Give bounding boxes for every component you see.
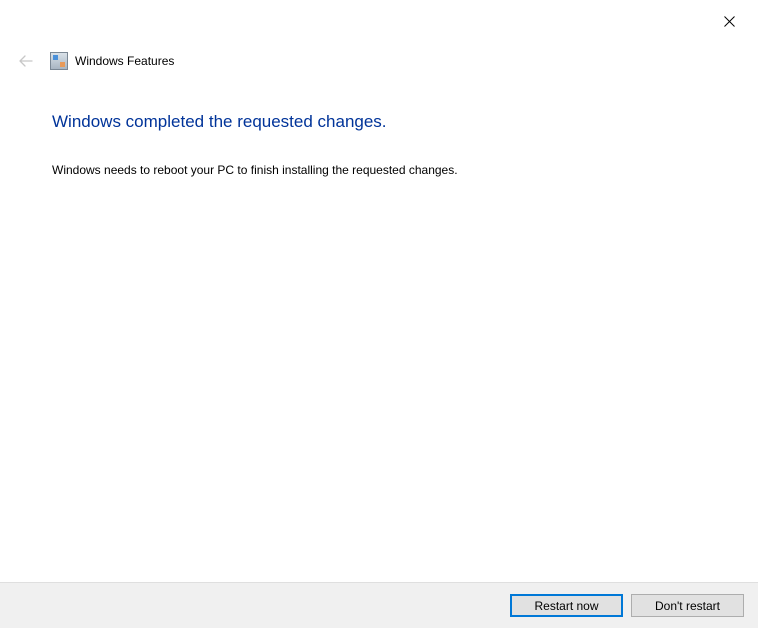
page-heading: Windows completed the requested changes.: [52, 112, 387, 132]
footer: Restart now Don't restart: [0, 582, 758, 628]
windows-features-icon: [50, 52, 68, 70]
back-button: [14, 49, 38, 73]
header: Windows Features: [14, 49, 174, 73]
restart-now-button[interactable]: Restart now: [510, 594, 623, 617]
dont-restart-button[interactable]: Don't restart: [631, 594, 744, 617]
close-button[interactable]: [722, 14, 736, 28]
close-icon: [724, 16, 735, 27]
back-arrow-icon: [18, 53, 34, 69]
window-title: Windows Features: [75, 54, 174, 68]
title-wrap: Windows Features: [50, 52, 174, 70]
page-body-text: Windows needs to reboot your PC to finis…: [52, 163, 458, 177]
